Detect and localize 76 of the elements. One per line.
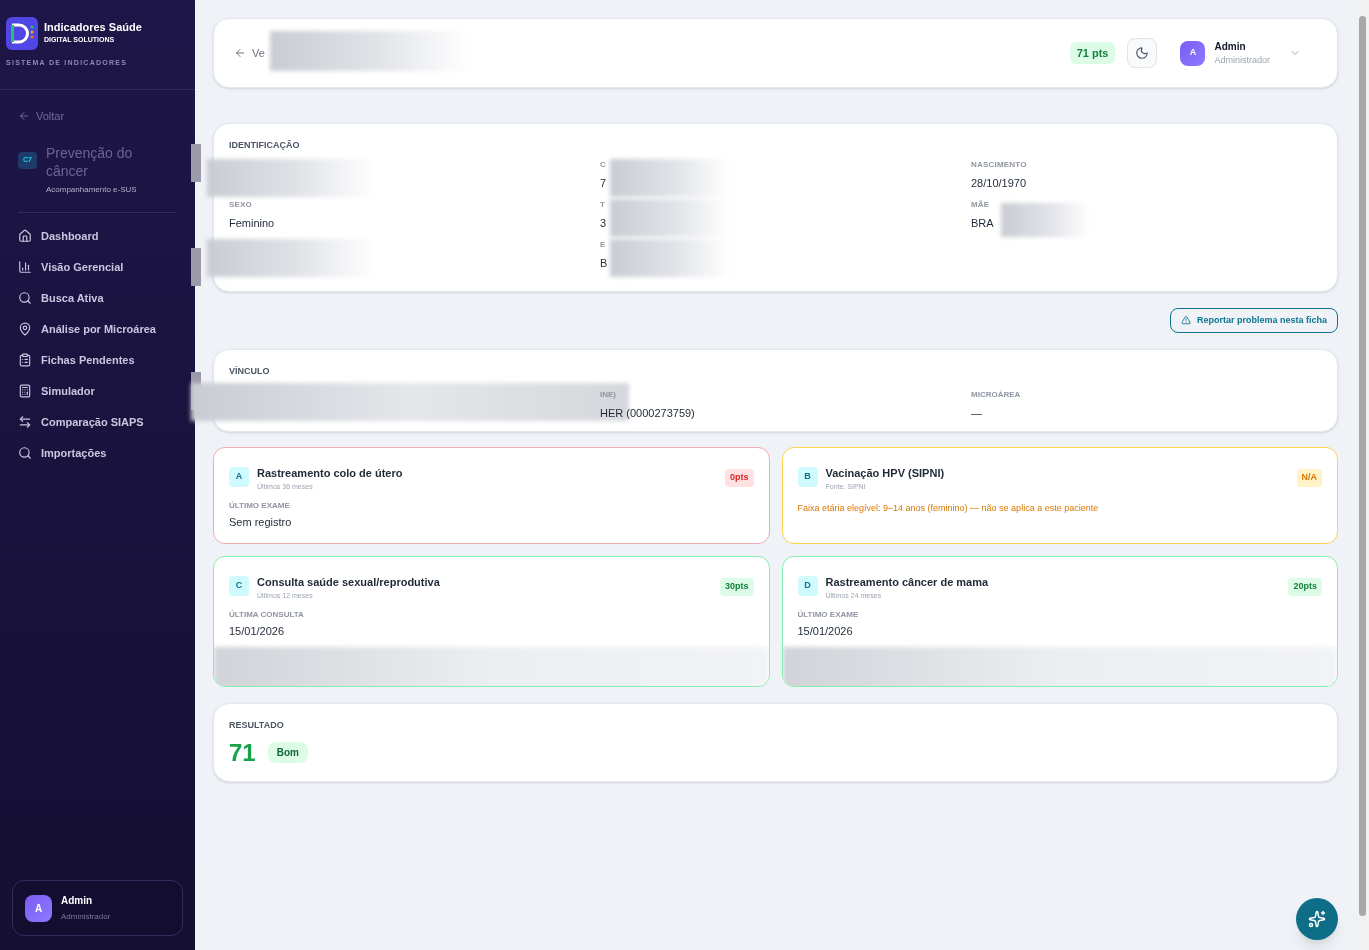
back-arrow-icon: [18, 109, 30, 122]
criterion-note: Faixa etária elegível: 9–14 anos (feminino) — não se aplica a este paciente: [797, 502, 1100, 515]
back-link[interactable]: Ve: [234, 44, 265, 62]
nav-item[interactable]: Dashboard: [18, 225, 177, 247]
warning-icon: [1180, 315, 1191, 326]
logo-icon: [6, 17, 38, 50]
indicator-subtitle: Acompanhamento e-SUS: [45, 184, 138, 196]
back-arrow-icon: [234, 47, 246, 59]
criterion-letter: D: [797, 576, 818, 596]
field-label: C: [600, 158, 606, 171]
field-value: 15/01/2026: [797, 624, 854, 639]
field-label: SEXO: [229, 198, 253, 211]
criterion-letter: B: [797, 467, 818, 487]
points-badge: 30pts: [720, 578, 754, 596]
indicator-title: Prevenção do câncer: [45, 144, 134, 180]
field-value: Sem registro: [229, 515, 293, 530]
avatar: A: [1180, 40, 1206, 66]
criterion-title: Rastreamento câncer de mama: [825, 575, 990, 590]
points-badge: 20pts: [1288, 578, 1322, 596]
field-value: BRA: [971, 215, 994, 231]
field-label: NASCIMENTO: [971, 158, 1027, 171]
field-label: INE): [600, 388, 617, 401]
points-badge: N/A: [1296, 469, 1322, 487]
criterion-title: Consulta saúde sexual/reprodutiva: [257, 575, 441, 590]
user-name: Admin: [61, 894, 94, 908]
assistant-button[interactable]: [1296, 898, 1338, 940]
field-value: 7: [600, 175, 607, 191]
points-badge: 71 pts: [1069, 41, 1116, 65]
criterion-letter: C: [229, 576, 249, 596]
field-value: 28/10/1970: [971, 175, 1027, 191]
bar-chart-icon: [18, 260, 32, 274]
map-pin-icon: [18, 322, 32, 336]
result-score: 71: [229, 740, 256, 765]
nav-item[interactable]: Busca Ativa: [18, 287, 177, 309]
field-label: ÚLTIMA CONSULTA: [229, 609, 305, 621]
avatar: A: [25, 894, 52, 922]
sparkles-icon: [1308, 910, 1326, 928]
field-value: 15/01/2026: [229, 624, 286, 639]
field-label: MICROÁREA: [971, 388, 1022, 401]
field-value: B: [600, 255, 608, 271]
clipboard-icon: [18, 353, 32, 367]
points-badge: 0pts: [725, 469, 754, 487]
user-role: Administrador: [1214, 53, 1270, 67]
field-label: ÚLTIMO EXAME: [229, 500, 291, 512]
section-title: VÍNCULO: [229, 365, 271, 378]
nav-item[interactable]: Importações: [18, 442, 177, 464]
field-label: ÚLTIMO EXAME: [797, 609, 860, 621]
field-value: HER (0000273759): [600, 405, 696, 421]
swap-arrows-icon: [18, 415, 32, 429]
search-icon: [18, 291, 32, 305]
report-problem-button[interactable]: Reportar problema nesta ficha: [1169, 307, 1338, 333]
section-title: RESULTADO: [229, 719, 285, 732]
moon-icon: [1135, 46, 1150, 60]
field-label: E: [600, 238, 606, 251]
brand-name: Indicadores Saúde: [44, 21, 142, 36]
nav-item[interactable]: Comparação SIAPS: [18, 411, 177, 433]
theme-toggle-button[interactable]: [1127, 38, 1158, 68]
nav-item[interactable]: Visão Gerencial: [18, 256, 177, 278]
home-icon: [18, 229, 32, 243]
field-value: Feminino: [229, 215, 275, 231]
criterion-letter: A: [229, 467, 249, 487]
nav-item[interactable]: Fichas Pendentes: [18, 349, 177, 371]
rating-badge: Bom: [267, 742, 308, 763]
field-value: —: [971, 405, 983, 421]
criterion-title: Rastreamento colo de útero: [257, 466, 404, 481]
nav-item[interactable]: Análise por Microárea: [18, 318, 177, 340]
calculator-icon: [18, 384, 32, 398]
field-label: T: [600, 198, 606, 211]
user-name: Admin: [1214, 39, 1247, 54]
field-value: 3: [600, 215, 607, 231]
search-icon: [18, 446, 32, 460]
section-title: IDENTIFICAÇÃO: [229, 139, 301, 152]
user-menu-button[interactable]: A Admin Administrador: [1180, 38, 1317, 68]
criterion-title: Vacinação HPV (SIPNI): [825, 466, 946, 481]
field-label: MÃE: [971, 198, 990, 211]
user-role: Administrador: [61, 911, 111, 923]
